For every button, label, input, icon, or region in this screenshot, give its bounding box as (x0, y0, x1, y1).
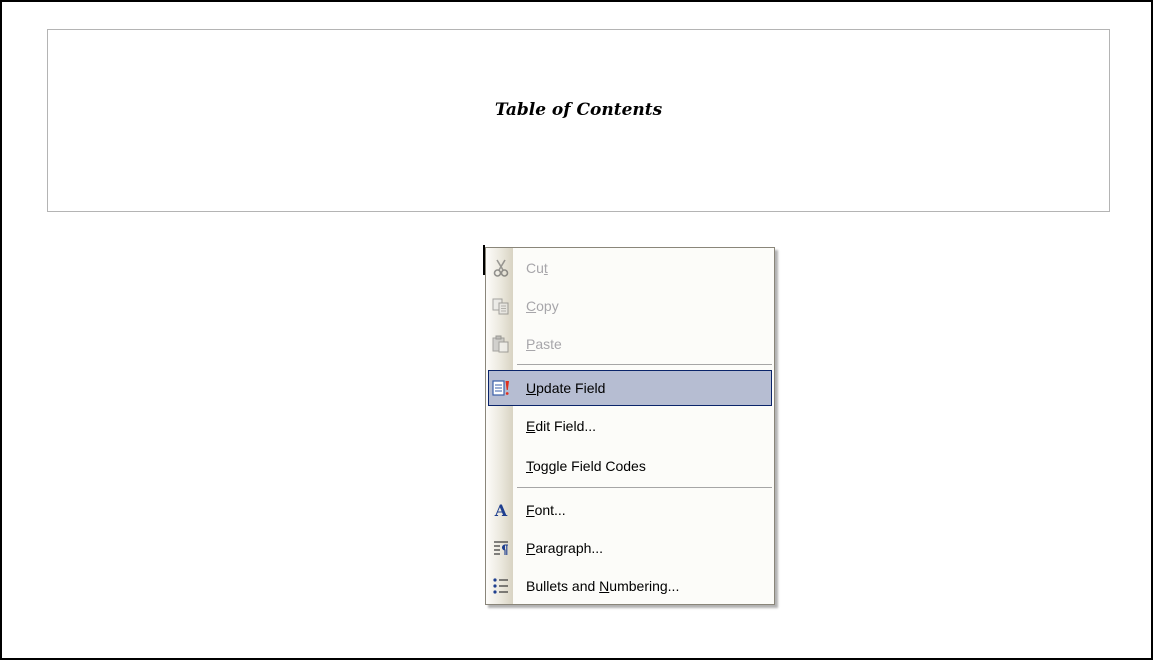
menu-item-label: Cut (526, 260, 548, 276)
menu-item-paragraph[interactable]: Paragraph... (488, 530, 772, 566)
menu-item-label: Bullets and Numbering... (526, 578, 680, 594)
menu-item-copy[interactable]: Copy (488, 288, 772, 324)
menu-item-label: Toggle Field Codes (526, 458, 646, 474)
menu-item-edit-field[interactable]: Edit Field... (488, 408, 772, 444)
menu-item-label: Edit Field... (526, 418, 597, 434)
menu-item-toggle-field-codes[interactable]: Toggle Field Codes (488, 448, 772, 484)
svg-text:A: A (494, 501, 508, 520)
font-icon: A (491, 500, 511, 520)
menu-item-paste[interactable]: Paste (488, 326, 772, 362)
copy-icon (491, 296, 511, 316)
paragraph-icon (491, 538, 511, 558)
scissors-icon (491, 258, 511, 278)
menu-item-cut[interactable]: Cut (488, 250, 772, 286)
menu-item-bullets-numbering[interactable]: Bullets and Numbering... (488, 568, 772, 604)
menu-separator (517, 364, 772, 365)
bullets-numbering-icon (491, 576, 511, 596)
menu-item-update-field[interactable]: Update Field (488, 370, 772, 406)
menu-item-label: Paragraph... (526, 540, 604, 556)
toc-field-box[interactable]: Table of Contents (47, 29, 1110, 212)
update-field-icon (491, 378, 511, 398)
menu-item-label: Update Field (526, 380, 606, 396)
menu-item-font[interactable]: A Font... (488, 492, 772, 528)
menu-item-label: Paste (526, 336, 562, 352)
toc-title: Table of Contents (494, 100, 663, 120)
menu-separator (517, 487, 772, 488)
menu-item-label: Copy (526, 298, 559, 314)
menu-item-label: Font... (526, 502, 566, 518)
context-menu: Cut Copy Paste Update Field Edit Field..… (485, 247, 775, 605)
paste-icon (491, 334, 511, 354)
